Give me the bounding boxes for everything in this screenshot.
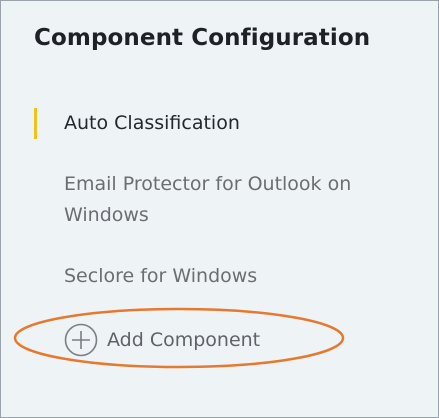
component-item-email-protector-outlook-windows[interactable]: Email Protector for Outlook on Windows — [64, 169, 351, 231]
component-item-label-line-2: Windows — [64, 204, 149, 226]
component-item-auto-classification[interactable]: Auto Classification — [64, 108, 240, 139]
active-item-indicator — [34, 108, 37, 139]
component-item-seclore-for-windows[interactable]: Seclore for Windows — [64, 261, 257, 292]
component-item-label-line-1: Email Protector for Outlook on — [64, 173, 352, 195]
add-component-button[interactable]: Add Component — [64, 323, 260, 357]
component-configuration-panel: Component Configuration Auto Classificat… — [0, 0, 439, 418]
panel-title: Component Configuration — [34, 25, 371, 51]
plus-circle-icon — [64, 323, 98, 357]
add-component-label: Add Component — [107, 329, 261, 351]
